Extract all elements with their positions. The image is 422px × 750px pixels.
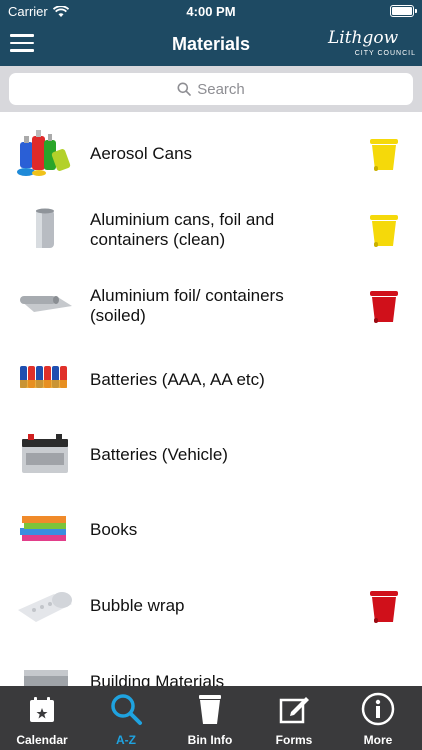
search-area: Search xyxy=(0,66,422,112)
car-battery-image xyxy=(22,434,68,473)
tab-label: A-Z xyxy=(116,733,136,747)
tab-label: More xyxy=(363,733,393,747)
books-image xyxy=(20,516,66,541)
tab-forms[interactable]: Forms xyxy=(252,686,336,750)
material-label: Batteries (Vehicle) xyxy=(90,444,228,464)
material-row[interactable]: Batteries (AAA, AA etc) xyxy=(0,342,422,417)
tab-a-z[interactable]: A-Z xyxy=(84,686,168,750)
material-row[interactable]: Books xyxy=(0,492,422,567)
logo-council-text: CITY COUNCIL xyxy=(354,50,416,57)
material-row[interactable]: Aluminium foil/ containers (soiled) xyxy=(0,268,422,343)
material-label: Aluminium foil/ containers (soiled) xyxy=(90,285,284,325)
material-label: Books xyxy=(90,519,138,539)
material-row[interactable]: Aluminium cans, foil and containers (cle… xyxy=(0,192,422,267)
batteries-image xyxy=(20,366,67,388)
battery-icon xyxy=(390,5,417,17)
edit-form-icon xyxy=(279,697,309,724)
bubble-wrap-image xyxy=(18,592,72,622)
info-icon xyxy=(361,692,395,726)
tab-bin-info[interactable]: Bin Info xyxy=(168,686,252,750)
material-label: Batteries (AAA, AA etc) xyxy=(90,369,265,389)
red-bin-icon xyxy=(370,591,398,623)
material-row[interactable]: Batteries (Vehicle) xyxy=(0,417,422,492)
status-time: 4:00 PM xyxy=(186,4,236,19)
search-placeholder: Search xyxy=(197,80,245,98)
tab-label: Bin Info xyxy=(187,733,233,747)
status-bar: Carrier 4:00 PM xyxy=(0,0,422,22)
material-label: Building Materials xyxy=(90,671,225,687)
council-logo: Lithgow CITY COUNCIL xyxy=(324,28,416,62)
bin-icon xyxy=(199,695,221,724)
foil-roll-image xyxy=(20,296,72,312)
building-materials-image xyxy=(24,670,68,686)
material-label: Aluminium cans, foil and containers (cle… xyxy=(90,209,275,249)
search-input[interactable]: Search xyxy=(9,73,413,105)
yellow-bin-icon xyxy=(370,139,398,171)
search-icon xyxy=(111,694,142,725)
red-bin-icon xyxy=(370,291,398,323)
calendar-icon xyxy=(30,697,54,722)
search-icon xyxy=(177,82,192,96)
material-label: Bubble wrap xyxy=(90,595,185,615)
material-row[interactable]: Building Materials xyxy=(0,644,422,686)
tab-label: Forms xyxy=(275,733,313,747)
tab-more[interactable]: More xyxy=(336,686,420,750)
materials-list: Aerosol Cans Aluminium cans, foil and co… xyxy=(0,112,422,686)
tab-bar: Calendar A-Z Bin Info Forms More xyxy=(0,686,422,750)
material-label: Aerosol Cans xyxy=(90,143,193,163)
logo-script-text: Lithgow xyxy=(328,28,399,48)
tab-label: Calendar xyxy=(16,733,68,747)
tab-calendar[interactable]: Calendar xyxy=(0,686,84,750)
yellow-bin-icon xyxy=(370,215,398,247)
aluminium-can-image xyxy=(36,208,54,248)
navigation-bar: Materials Lithgow CITY COUNCIL xyxy=(0,22,422,66)
aerosol-cans-image xyxy=(17,130,71,176)
material-row[interactable]: Aerosol Cans xyxy=(0,116,422,191)
material-row[interactable]: Bubble wrap xyxy=(0,568,422,643)
